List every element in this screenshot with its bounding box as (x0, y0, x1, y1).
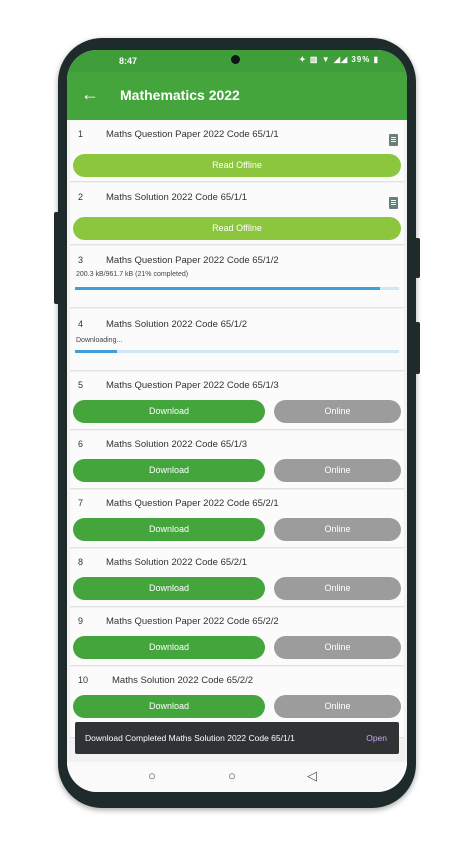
download-button[interactable]: Download (73, 400, 265, 423)
item-number: 6 (78, 439, 84, 449)
progress-bar (75, 350, 399, 353)
document-icon (389, 197, 398, 209)
item-number: 9 (78, 616, 84, 626)
read-offline-button[interactable]: Read Offline (73, 217, 401, 240)
snackbar-open-button[interactable]: Open (366, 733, 387, 743)
list-item: 5 Maths Question Paper 2022 Code 65/1/3 … (70, 372, 404, 430)
front-camera (231, 55, 240, 64)
download-button[interactable]: Download (73, 518, 265, 541)
app-bar: ← Mathematics 2022 (67, 72, 407, 120)
item-title: Maths Solution 2022 Code 65/2/2 (112, 675, 254, 686)
circle-icon[interactable]: ○ (228, 768, 236, 783)
document-icon (389, 134, 398, 146)
download-button[interactable]: Download (73, 695, 265, 718)
item-title: Maths Question Paper 2022 Code 65/1/1 (106, 129, 279, 140)
online-button[interactable]: Online (274, 636, 401, 659)
phone-screen: 8:47 ✦ ▥ ▼ ◢◢ 39% ▮ ← Mathematics 2022 1… (67, 50, 407, 792)
arrow-left-icon[interactable]: ← (81, 84, 99, 104)
list-item: 4 Maths Solution 2022 Code 65/1/2 Downlo… (70, 309, 404, 371)
item-title: Maths Question Paper 2022 Code 65/2/1 (106, 498, 279, 509)
online-button[interactable]: Online (274, 459, 401, 482)
snackbar-message: Download Completed Maths Solution 2022 C… (85, 733, 295, 743)
item-number: 10 (78, 675, 89, 685)
triangle-back-icon[interactable]: ◁ (307, 768, 317, 784)
list-item: 6 Maths Solution 2022 Code 65/1/3 Downlo… (70, 431, 404, 489)
list-item: 7 Maths Question Paper 2022 Code 65/2/1 … (70, 490, 404, 548)
item-number: 1 (78, 129, 84, 139)
item-title: Maths Solution 2022 Code 65/1/2 (106, 319, 248, 330)
download-status: 200.3 kB/961.7 kB (21% completed) (76, 271, 189, 278)
list-item: 1 Maths Question Paper 2022 Code 65/1/1 … (70, 120, 404, 182)
download-button[interactable]: Download (73, 459, 265, 482)
list-item: 2 Maths Solution 2022 Code 65/1/1 Read O… (70, 183, 404, 245)
item-title: Maths Question Paper 2022 Code 65/1/3 (106, 380, 279, 391)
progress-bar (75, 287, 399, 290)
status-bar: 8:47 ✦ ▥ ▼ ◢◢ 39% ▮ (67, 50, 407, 72)
item-title: Maths Solution 2022 Code 65/1/3 (106, 439, 248, 450)
online-button[interactable]: Online (274, 695, 401, 718)
online-button[interactable]: Online (274, 400, 401, 423)
list-item: 8 Maths Solution 2022 Code 65/2/1 Downlo… (70, 549, 404, 607)
status-time: 8:47 (119, 56, 138, 66)
download-button[interactable]: Download (73, 636, 265, 659)
item-number: 3 (78, 255, 84, 265)
item-number: 2 (78, 192, 84, 202)
system-nav-bar: ○ ○ ◁ (67, 762, 407, 792)
item-number: 7 (78, 498, 84, 508)
item-title: Maths Question Paper 2022 Code 65/1/2 (106, 255, 279, 266)
item-title: Maths Solution 2022 Code 65/2/1 (106, 557, 248, 568)
phone-power-button (415, 322, 420, 374)
online-button[interactable]: Online (274, 518, 401, 541)
item-number: 5 (78, 380, 84, 390)
snackbar: Download Completed Maths Solution 2022 C… (75, 722, 399, 754)
online-button[interactable]: Online (274, 577, 401, 600)
list-item: 3 Maths Question Paper 2022 Code 65/1/2 … (70, 246, 404, 308)
progress-fill (75, 287, 380, 290)
page-title: Mathematics 2022 (120, 87, 240, 103)
download-button[interactable]: Download (73, 577, 265, 600)
status-icons: ✦ ▥ ▼ ◢◢ 39% ▮ (298, 55, 379, 64)
read-offline-button[interactable]: Read Offline (73, 154, 401, 177)
item-number: 8 (78, 557, 84, 567)
progress-fill (75, 350, 118, 353)
circle-icon[interactable]: ○ (148, 768, 156, 783)
phone-side-button (54, 212, 59, 304)
phone-volume-button (415, 238, 420, 278)
list-item: 9 Maths Question Paper 2022 Code 65/2/2 … (70, 608, 404, 666)
item-title: Maths Solution 2022 Code 65/1/1 (106, 192, 248, 203)
download-status: Downloading... (76, 337, 123, 344)
item-number: 4 (78, 319, 84, 329)
item-title: Maths Question Paper 2022 Code 65/2/2 (106, 616, 279, 627)
paper-list[interactable]: 1 Maths Question Paper 2022 Code 65/1/1 … (67, 120, 407, 760)
